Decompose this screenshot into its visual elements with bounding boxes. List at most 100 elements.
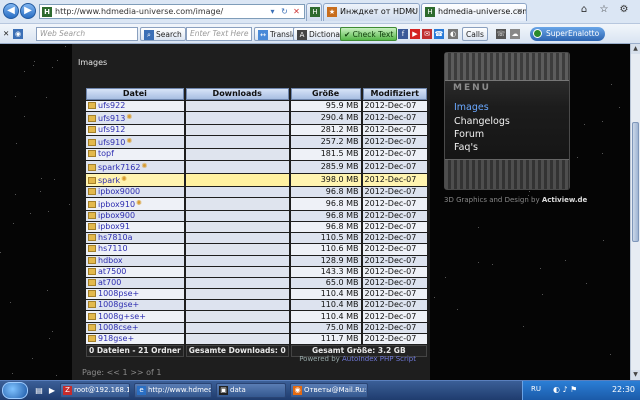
tab-blank[interactable]: H xyxy=(306,3,322,21)
table-row[interactable]: ipbox91 96.8 MB 2012-Dec-07 xyxy=(86,221,427,233)
table-row[interactable]: ufs913✺ 290.4 MB 2012-Dec-07 xyxy=(86,112,427,125)
file-name-link[interactable]: spark xyxy=(98,176,120,185)
table-row[interactable]: spark✺ 398.0 MB 2012-Dec-07 xyxy=(86,173,427,186)
table-row[interactable]: at7500 143.3 MB 2012-Dec-07 xyxy=(86,266,427,277)
file-name-link[interactable]: ipbox900 xyxy=(98,211,135,220)
address-bar[interactable]: H http://www.hdmedia-universe.com/image/… xyxy=(39,4,305,19)
vertical-scrollbar[interactable]: ▲ ▼ xyxy=(630,44,640,380)
gear-icon[interactable]: ⚙ xyxy=(616,3,632,17)
pagination[interactable]: Page: << 1 >> of 1 xyxy=(82,368,161,377)
task-ftp-client[interactable]: Zroot@192.168.178.68:... xyxy=(60,383,130,398)
language-indicator[interactable]: RU xyxy=(531,385,541,393)
file-name-cell[interactable]: ipbox9000 xyxy=(86,186,184,197)
tab-hdmedia-universe[interactable]: H hdmedia-universe.com ✕ xyxy=(421,3,527,21)
file-name-link[interactable]: ufs910 xyxy=(98,138,125,147)
file-name-cell[interactable]: ipbox91 xyxy=(86,221,184,233)
quicklaunch-folder-icon[interactable]: ▤ xyxy=(33,384,45,397)
file-name-link[interactable]: 1008pse+ xyxy=(98,289,139,298)
file-name-link[interactable]: ipbox91 xyxy=(98,222,130,231)
close-icon[interactable]: ✕ xyxy=(409,4,416,20)
table-row[interactable]: 1008g+se+ 110.4 MB 2012-Dec-07 xyxy=(86,311,427,322)
column-header-groesse[interactable]: Größe xyxy=(290,88,361,100)
file-name-link[interactable]: 918gse+ xyxy=(98,334,134,343)
home-icon[interactable]: ⌂ xyxy=(576,3,592,17)
file-name-cell[interactable]: ipbox900 xyxy=(86,210,184,221)
table-row[interactable]: ufs922 95.9 MB 2012-Dec-07 xyxy=(86,101,427,112)
translate-text-input[interactable]: Enter Text Here xyxy=(186,27,252,41)
task-browser[interactable]: ehttp://www.hdmedi... xyxy=(134,383,212,398)
file-name-link[interactable]: at700 xyxy=(98,278,121,287)
check-text-button[interactable]: ✔ Check Text xyxy=(340,27,398,41)
table-row[interactable]: ipbox9000 96.8 MB 2012-Dec-07 xyxy=(86,186,427,197)
file-name-link[interactable]: ufs913 xyxy=(98,114,125,123)
file-name-link[interactable]: 1008g+se+ xyxy=(98,312,146,321)
media-controls-icon[interactable]: ◐ xyxy=(448,27,460,41)
file-name-cell[interactable]: ufs910✺ xyxy=(86,136,184,149)
file-name-link[interactable]: 1008gse+ xyxy=(98,300,139,309)
table-row[interactable]: ufs912 281.2 MB 2012-Dec-07 xyxy=(86,125,427,136)
table-row[interactable]: ipbox910✺ 96.8 MB 2012-Dec-07 xyxy=(86,197,427,210)
forward-button[interactable]: ▶ xyxy=(20,3,36,19)
table-row[interactable]: 1008gse+ 110.4 MB 2012-Dec-07 xyxy=(86,300,427,311)
chat-icon[interactable]: ☎ xyxy=(434,27,446,41)
credit-name[interactable]: Actiview.de xyxy=(542,196,587,204)
file-name-link[interactable]: spark7162 xyxy=(98,163,140,172)
file-name-cell[interactable]: hdbox xyxy=(86,255,184,266)
file-name-cell[interactable]: ipbox910✺ xyxy=(86,197,184,210)
table-row[interactable]: spark7162✺ 285.9 MB 2012-Dec-07 xyxy=(86,160,427,173)
file-name-link[interactable]: 1008cse+ xyxy=(98,323,139,332)
refresh-icon[interactable]: ↻ xyxy=(279,6,290,17)
file-name-cell[interactable]: 918gse+ xyxy=(86,333,184,344)
toolbar-close-icon[interactable]: ✕ xyxy=(3,27,9,41)
task-data-folder[interactable]: ▣ data xyxy=(216,383,286,398)
file-name-link[interactable]: hs7810a xyxy=(98,233,133,242)
task-mail-ru[interactable]: ◉Ответы@Mail.Ru: ка... xyxy=(290,383,368,398)
file-name-link[interactable]: at7500 xyxy=(98,267,126,276)
weather-icon[interactable]: ☁ xyxy=(510,27,522,41)
table-row[interactable]: 918gse+ 111.7 MB 2012-Dec-07 xyxy=(86,333,427,344)
file-name-cell[interactable]: hs7810a xyxy=(86,233,184,244)
tray-icons[interactable]: ◐ ♪ ⚑ xyxy=(553,385,577,394)
file-name-link[interactable]: ufs922 xyxy=(98,101,125,110)
web-search-input[interactable]: Web Search xyxy=(36,27,138,41)
file-name-cell[interactable]: ufs922 xyxy=(86,101,184,112)
file-name-link[interactable]: ufs912 xyxy=(98,125,125,134)
file-name-link[interactable]: topf xyxy=(98,149,114,158)
menu-item-forum[interactable]: Forum xyxy=(454,129,484,140)
youtube-icon[interactable]: ▶ xyxy=(410,27,422,41)
table-row[interactable]: hdbox 128.9 MB 2012-Dec-07 xyxy=(86,255,427,266)
search-button[interactable]: ⌕ Search xyxy=(140,27,186,41)
mail-icon[interactable]: ✉ xyxy=(422,27,434,41)
file-name-cell[interactable]: 1008cse+ xyxy=(86,322,184,333)
file-name-cell[interactable]: 1008pse+ xyxy=(86,289,184,300)
scroll-up-icon[interactable]: ▲ xyxy=(631,44,640,54)
table-row[interactable]: hs7810a 110.5 MB 2012-Dec-07 xyxy=(86,233,427,244)
phone-icon[interactable]: ☏ xyxy=(496,27,508,41)
file-name-cell[interactable]: at7500 xyxy=(86,266,184,277)
table-row[interactable]: 1008cse+ 75.0 MB 2012-Dec-07 xyxy=(86,322,427,333)
facebook-icon[interactable]: f xyxy=(398,27,410,41)
scrollbar-thumb[interactable] xyxy=(632,122,639,242)
stop-icon[interactable]: ✕ xyxy=(291,6,302,17)
table-row[interactable]: topf 181.5 MB 2012-Dec-07 xyxy=(86,149,427,160)
tab-hdmu-forum[interactable]: ★ Инждкет от HDMU на базе эл... ✕ xyxy=(323,3,420,21)
table-row[interactable]: ufs910✺ 257.2 MB 2012-Dec-07 xyxy=(86,136,427,149)
file-name-cell[interactable]: ufs912 xyxy=(86,125,184,136)
file-name-link[interactable]: ipbox910 xyxy=(98,200,135,209)
powered-by-link[interactable]: AutoIndex PHP Script xyxy=(342,355,416,363)
superenalotto-button[interactable]: SuperEnalotto xyxy=(530,27,606,41)
calls-button[interactable]: Calls xyxy=(462,27,488,41)
close-icon[interactable]: ✕ xyxy=(516,4,523,20)
file-name-cell[interactable]: 1008g+se+ xyxy=(86,311,184,322)
file-name-cell[interactable]: hs7110 xyxy=(86,244,184,255)
menu-item-faqs[interactable]: Faq's xyxy=(454,142,478,153)
file-name-cell[interactable]: ufs913✺ xyxy=(86,112,184,125)
start-button[interactable] xyxy=(2,382,28,399)
column-header-datei[interactable]: Datei xyxy=(86,88,184,100)
column-header-downloads[interactable]: Downloads xyxy=(185,88,289,100)
file-name-cell[interactable]: 1008gse+ xyxy=(86,300,184,311)
file-name-cell[interactable]: at700 xyxy=(86,277,184,289)
table-row[interactable]: 1008pse+ 110.4 MB 2012-Dec-07 xyxy=(86,289,427,300)
file-name-link[interactable]: ipbox9000 xyxy=(98,187,140,196)
favorites-star-icon[interactable]: ☆ xyxy=(596,3,612,17)
